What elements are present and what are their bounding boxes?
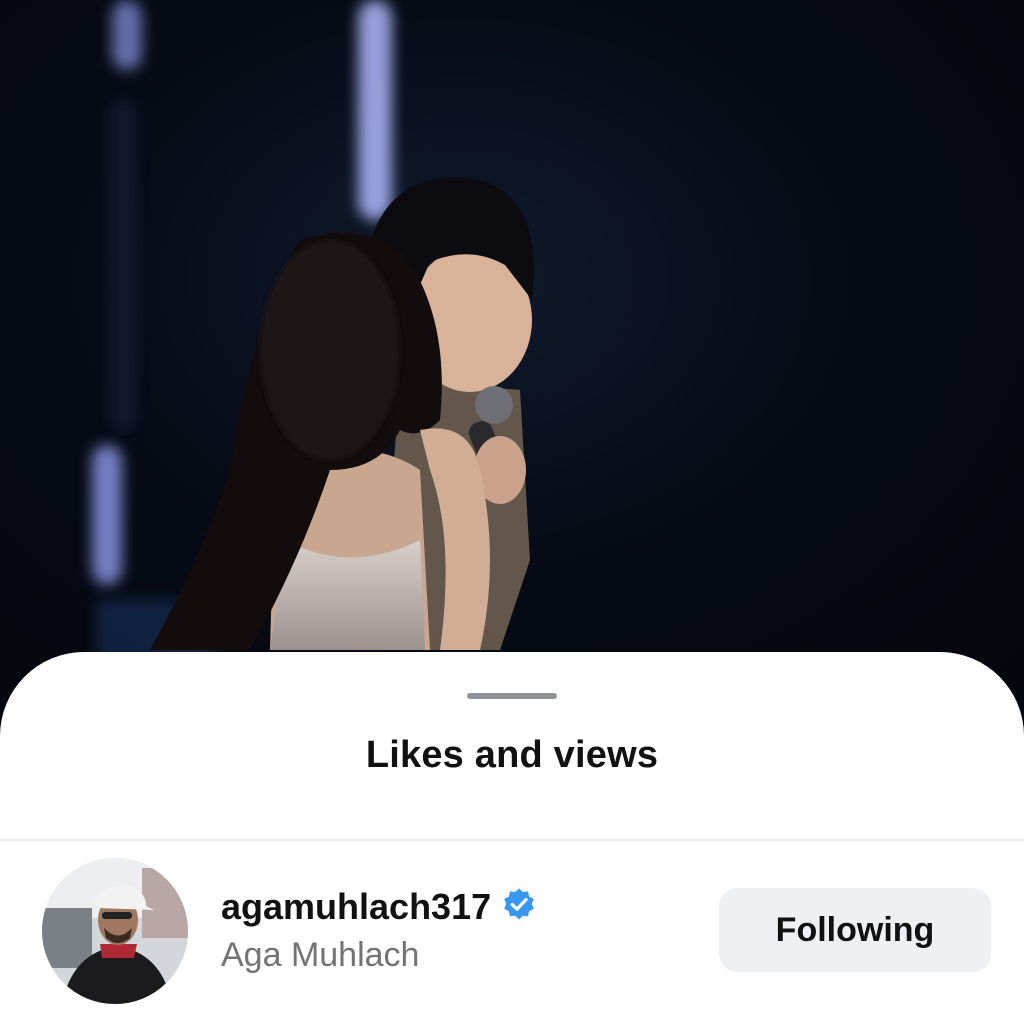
avatar[interactable] <box>42 858 188 1004</box>
post-photo <box>0 0 1024 700</box>
username[interactable]: agamuhlach317 <box>221 886 537 932</box>
sheet-drag-handle[interactable] <box>467 693 557 699</box>
username-text[interactable]: agamuhlach317 <box>221 886 491 927</box>
divider <box>0 839 1024 841</box>
verified-badge-icon <box>501 887 537 932</box>
sheet-title: Likes and views <box>365 734 659 776</box>
full-name: Aga Muhlach <box>221 936 420 974</box>
following-button[interactable]: Following <box>719 888 991 972</box>
user-list-item[interactable]: agamuhlach317 Aga Muhlach Following <box>0 852 1024 1012</box>
likes-and-views-sheet: Likes and views agamuhlach317 Aga Muhlac… <box>0 652 1024 1024</box>
